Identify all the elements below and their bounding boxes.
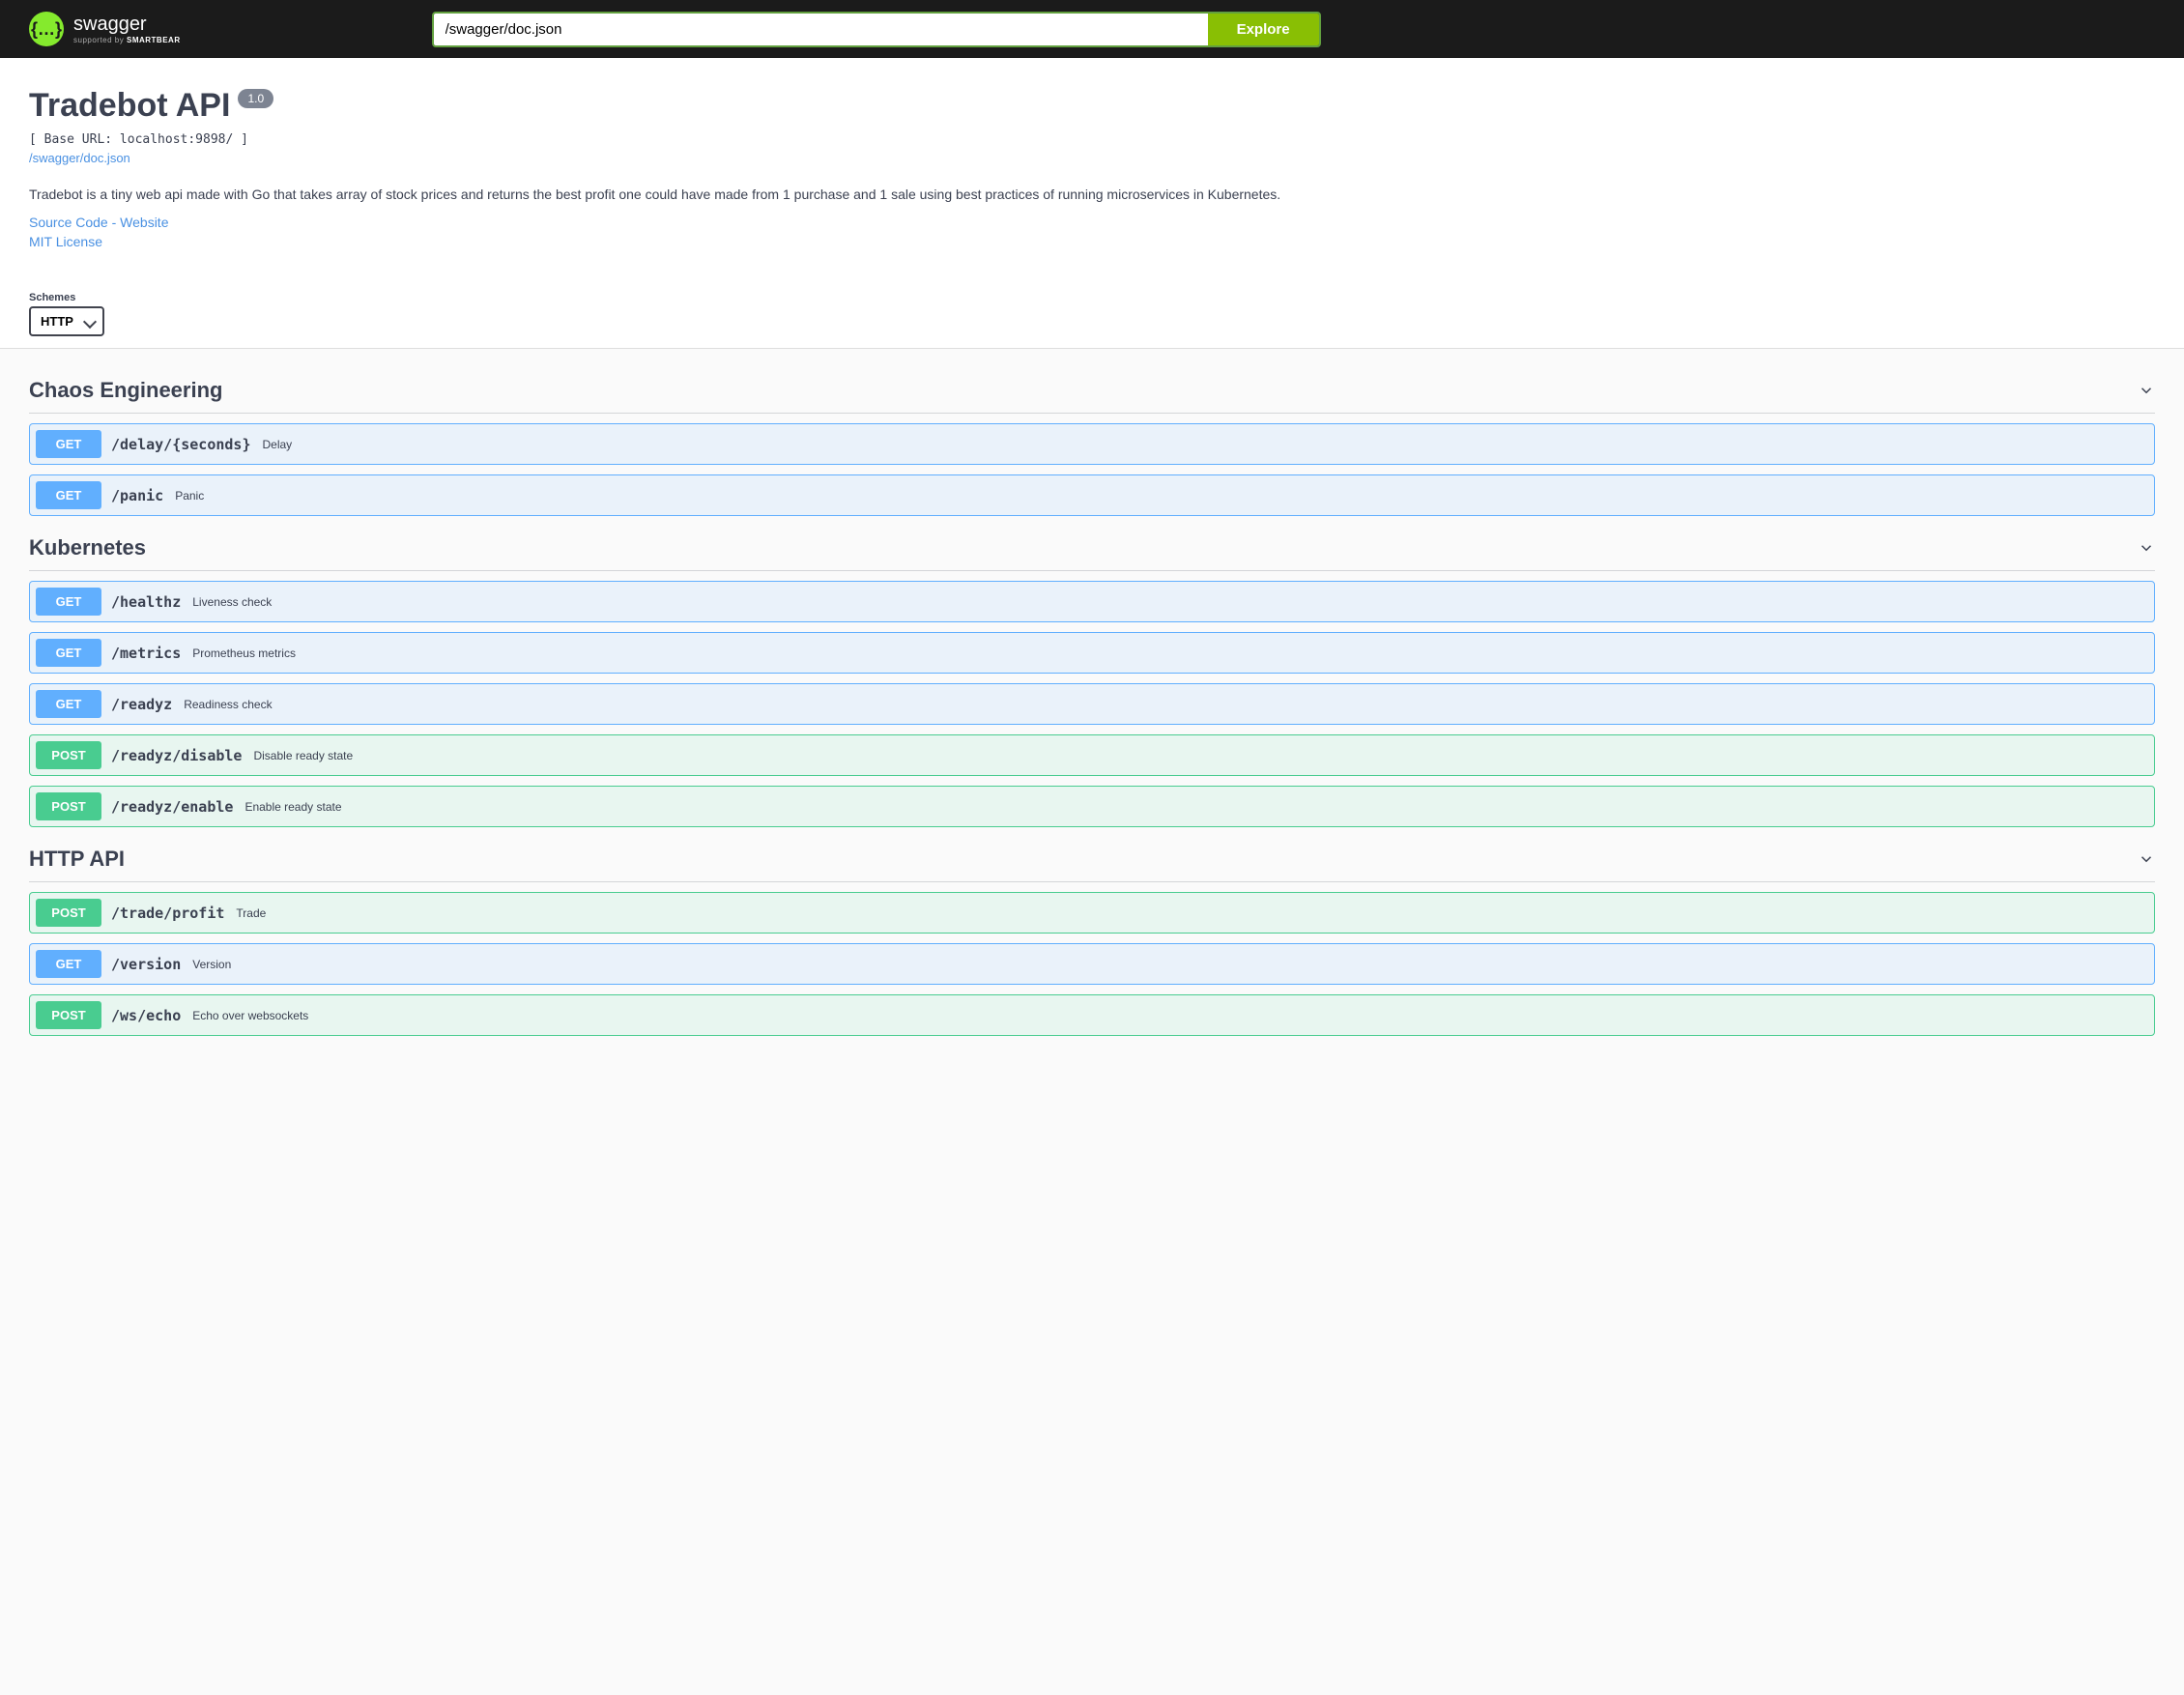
spec-doc-link[interactable]: /swagger/doc.json: [29, 151, 130, 165]
operation-block[interactable]: POST/trade/profit Trade: [29, 892, 2155, 934]
tag-title: Chaos Engineering: [29, 378, 222, 403]
operation-path: /readyz/enable: [111, 798, 233, 816]
tag-separator: [29, 570, 2155, 571]
operation-path: /trade/profit: [111, 905, 224, 922]
logo-brand-name: swagger: [73, 14, 181, 36]
operation-path: /metrics: [111, 645, 181, 662]
logo-subtitle: supported by SMARTBEAR: [73, 36, 181, 44]
tag-separator: [29, 881, 2155, 882]
operation-block[interactable]: GET/panic Panic: [29, 474, 2155, 516]
chevron-down-icon: [2138, 539, 2155, 557]
method-badge: GET: [36, 481, 101, 509]
operation-summary: Disable ready state: [253, 749, 353, 762]
source-code-link[interactable]: Source Code - Website: [29, 215, 2155, 230]
operations-container: Chaos Engineering GET/delay/{seconds} Dela…: [0, 349, 2184, 1065]
method-badge: POST: [36, 899, 101, 927]
method-badge: GET: [36, 588, 101, 616]
spec-url-form: Explore: [432, 12, 1321, 47]
explore-button[interactable]: Explore: [1208, 14, 1319, 45]
api-description: Tradebot is a tiny web api made with Go …: [29, 185, 2155, 205]
method-badge: GET: [36, 430, 101, 458]
operation-path: /version: [111, 956, 181, 973]
operation-summary: Prometheus metrics: [192, 646, 296, 660]
tag-header[interactable]: Chaos Engineering: [29, 368, 2155, 413]
swagger-logo-text: swagger supported by SMARTBEAR: [73, 14, 181, 44]
operation-summary: Trade: [236, 906, 266, 920]
tag-title: HTTP API: [29, 847, 125, 872]
operation-summary: Echo over websockets: [192, 1009, 308, 1022]
method-badge: POST: [36, 1001, 101, 1029]
api-version-badge: 1.0: [238, 89, 273, 108]
schemes-section: Schemes HTTP: [0, 273, 2184, 349]
tag-separator: [29, 413, 2155, 414]
api-title: Tradebot API: [29, 87, 230, 125]
operation-summary: Readiness check: [184, 698, 272, 711]
operation-block[interactable]: POST/readyz/enable Enable ready state: [29, 786, 2155, 827]
topbar: {…} swagger supported by SMARTBEAR Explo…: [0, 0, 2184, 58]
operation-block[interactable]: GET/readyz Readiness check: [29, 683, 2155, 725]
operation-path: /delay/{seconds}: [111, 436, 251, 453]
operation-summary: Delay: [263, 438, 293, 451]
operation-path: /ws/echo: [111, 1007, 181, 1024]
license-link[interactable]: MIT License: [29, 234, 2155, 249]
api-info-section: Tradebot API 1.0 [ Base URL: localhost:9…: [0, 58, 2184, 273]
operation-summary: Version: [192, 958, 231, 971]
operation-block[interactable]: GET/metrics Prometheus metrics: [29, 632, 2155, 674]
operation-summary: Enable ready state: [244, 800, 341, 814]
method-badge: GET: [36, 950, 101, 978]
operation-block[interactable]: POST/ws/echo Echo over websockets: [29, 994, 2155, 1036]
swagger-logo-icon: {…}: [29, 12, 64, 46]
spec-url-input[interactable]: [434, 14, 1208, 45]
operation-block[interactable]: GET/healthz Liveness check: [29, 581, 2155, 622]
method-badge: GET: [36, 639, 101, 667]
tag-header[interactable]: Kubernetes: [29, 526, 2155, 570]
swagger-logo[interactable]: {…} swagger supported by SMARTBEAR: [29, 12, 181, 46]
tag-header[interactable]: HTTP API: [29, 837, 2155, 881]
operation-summary: Liveness check: [192, 595, 272, 609]
operation-block[interactable]: POST/readyz/disable Disable ready state: [29, 734, 2155, 776]
schemes-select[interactable]: HTTP: [29, 306, 104, 336]
method-badge: GET: [36, 690, 101, 718]
chevron-down-icon: [2138, 382, 2155, 399]
method-badge: POST: [36, 741, 101, 769]
operation-block[interactable]: GET/delay/{seconds} Delay: [29, 423, 2155, 465]
operation-path: /readyz/disable: [111, 747, 242, 764]
method-badge: POST: [36, 792, 101, 820]
tag-title: Kubernetes: [29, 535, 146, 560]
operation-path: /readyz: [111, 696, 172, 713]
operation-path: /panic: [111, 487, 163, 504]
operation-path: /healthz: [111, 593, 181, 611]
base-url: [ Base URL: localhost:9898/ ]: [29, 132, 2155, 147]
schemes-label: Schemes: [29, 292, 2155, 303]
operation-block[interactable]: GET/version Version: [29, 943, 2155, 985]
chevron-down-icon: [2138, 850, 2155, 868]
operation-summary: Panic: [175, 489, 204, 503]
